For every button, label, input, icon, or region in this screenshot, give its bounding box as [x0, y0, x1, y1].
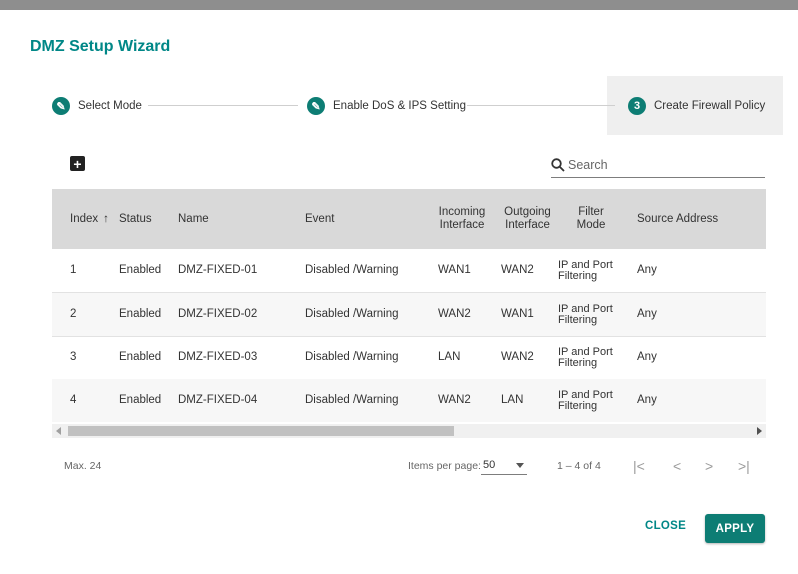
column-header-event[interactable]: Event — [305, 189, 334, 249]
cell-incoming-interface: WAN1 — [438, 264, 471, 276]
scrollbar-thumb[interactable] — [68, 426, 454, 436]
dialog-title: DMZ Setup Wizard — [30, 38, 171, 55]
horizontal-scrollbar[interactable] — [52, 424, 766, 438]
cell-name: DMZ-FIXED-02 — [178, 308, 258, 320]
cell-index: 2 — [70, 308, 77, 320]
cell-outgoing-interface: LAN — [501, 394, 524, 406]
step-label: Select Mode — [78, 100, 142, 112]
step-label: Create Firewall Policy — [654, 100, 766, 112]
cell-status: Enabled — [119, 351, 162, 363]
cell-outgoing-interface: WAN2 — [501, 351, 534, 363]
table-row[interactable]: 3 Enabled DMZ-FIXED-03 Disabled /Warning… — [52, 336, 766, 380]
close-button[interactable]: CLOSE — [645, 520, 686, 532]
window-top-bar — [0, 0, 798, 10]
search-icon — [551, 158, 565, 172]
column-header-index[interactable]: Index ↑ — [70, 189, 109, 249]
cell-outgoing-interface: WAN1 — [501, 308, 534, 320]
items-per-page-label: Items per page: — [408, 460, 481, 472]
firewall-policy-table: Index ↑ Status Name Event Incoming Inter… — [52, 189, 766, 422]
previous-page-icon[interactable]: < — [673, 458, 681, 474]
table-row[interactable]: 2 Enabled DMZ-FIXED-02 Disabled /Warning… — [52, 293, 766, 337]
items-per-page-value: 50 — [483, 459, 496, 471]
scroll-left-arrow-icon[interactable] — [56, 427, 61, 435]
cell-incoming-interface: WAN2 — [438, 308, 471, 320]
step-enable-dos-ips[interactable]: ✎ Enable DoS & IPS Setting — [307, 97, 466, 115]
first-page-icon[interactable]: |< — [633, 458, 645, 474]
cell-outgoing-interface: WAN2 — [501, 264, 534, 276]
cell-index: 4 — [70, 394, 77, 406]
sort-arrow-up-icon: ↑ — [103, 212, 109, 225]
pencil-icon: ✎ — [52, 97, 70, 115]
cell-event: Disabled /Warning — [305, 394, 399, 406]
cell-name: DMZ-FIXED-01 — [178, 264, 258, 276]
pencil-icon: ✎ — [307, 97, 325, 115]
cell-status: Enabled — [119, 264, 162, 276]
column-header-source-address[interactable]: Source Address — [637, 189, 718, 249]
cell-incoming-interface: LAN — [438, 351, 461, 363]
step-number-badge: 3 — [628, 97, 646, 115]
search-input[interactable] — [568, 158, 748, 172]
page-range-label: 1 – 4 of 4 — [557, 460, 601, 472]
step-connector-1 — [148, 105, 298, 106]
cell-name: DMZ-FIXED-03 — [178, 351, 258, 363]
step-label: Enable DoS & IPS Setting — [333, 100, 466, 112]
column-header-status[interactable]: Status — [119, 189, 152, 249]
cell-filter-mode: IP and Port Filtering — [558, 345, 613, 369]
max-entries-label: Max. 24 — [64, 460, 102, 472]
cell-status: Enabled — [119, 394, 162, 406]
cell-source-address: Any — [637, 351, 657, 363]
cell-incoming-interface: WAN2 — [438, 394, 471, 406]
step-connector-2 — [467, 105, 615, 106]
table-header: Index ↑ Status Name Event Incoming Inter… — [52, 189, 766, 249]
cell-filter-mode: IP and Port Filtering — [558, 258, 613, 282]
step-select-mode[interactable]: ✎ Select Mode — [52, 97, 142, 115]
cell-status: Enabled — [119, 308, 162, 320]
column-header-filter-mode[interactable]: Filter Mode — [569, 189, 613, 249]
cell-source-address: Any — [637, 264, 657, 276]
cell-event: Disabled /Warning — [305, 308, 399, 320]
next-page-icon[interactable]: > — [705, 458, 713, 474]
apply-button[interactable]: APPLY — [705, 514, 765, 543]
cell-filter-mode: IP and Port Filtering — [558, 388, 613, 412]
table-row[interactable]: 1 Enabled DMZ-FIXED-01 Disabled /Warning… — [52, 249, 766, 293]
chevron-down-icon — [516, 463, 524, 468]
column-header-outgoing-interface[interactable]: Outgoing Interface — [500, 189, 555, 249]
column-header-name[interactable]: Name — [178, 189, 209, 249]
scroll-right-arrow-icon[interactable] — [757, 427, 762, 435]
cell-source-address: Any — [637, 308, 657, 320]
cell-event: Disabled /Warning — [305, 351, 399, 363]
table-row[interactable]: 4 Enabled DMZ-FIXED-04 Disabled /Warning… — [52, 379, 766, 422]
items-per-page-select[interactable]: 50 — [481, 457, 527, 475]
step-create-firewall-policy[interactable]: 3 Create Firewall Policy — [628, 97, 765, 115]
last-page-icon[interactable]: >| — [738, 458, 750, 474]
plus-square-icon[interactable]: + — [70, 156, 85, 171]
cell-name: DMZ-FIXED-04 — [178, 394, 258, 406]
search-field[interactable] — [551, 153, 765, 178]
cell-index: 1 — [70, 264, 77, 276]
cell-filter-mode: IP and Port Filtering — [558, 302, 613, 326]
column-header-incoming-interface[interactable]: Incoming Interface — [434, 189, 490, 249]
cell-event: Disabled /Warning — [305, 264, 399, 276]
cell-source-address: Any — [637, 394, 657, 406]
cell-index: 3 — [70, 351, 77, 363]
